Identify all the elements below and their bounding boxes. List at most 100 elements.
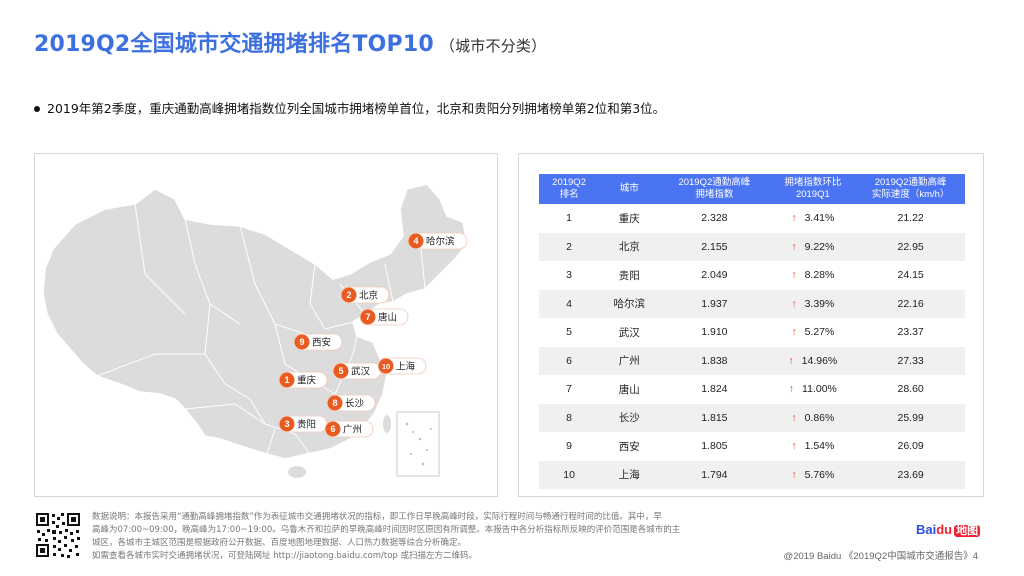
col-header-rank: 2019Q2 排名 bbox=[539, 174, 600, 204]
cell-change: ↑ 5.76% bbox=[769, 460, 857, 489]
cell-speed: 26.09 bbox=[897, 440, 924, 453]
summary-text: 2019年第2季度，重庆通勤高峰拥堵指数位列全国城市拥堵榜单首位，北京和贵阳分列… bbox=[47, 101, 666, 116]
note-line: 数据说明：本报告采用“通勤高峰拥堵指数”作为表征城市交通拥堵状况的指标，即工作日… bbox=[92, 512, 662, 522]
up-arrow-icon: ↑ bbox=[791, 326, 797, 339]
change-value: 11.00% bbox=[802, 383, 837, 396]
col-header-city-text: 城市 bbox=[619, 183, 639, 194]
note-line: 城区，各城市主城区范围是根据政府公开数据、百度地图地理数据、人口热力数据等综合分… bbox=[92, 538, 467, 548]
marker-rank: 2 bbox=[346, 290, 351, 300]
marker-rank: 10 bbox=[382, 362, 390, 371]
up-arrow-icon: ↑ bbox=[791, 240, 797, 253]
marker-city: 北京 bbox=[359, 290, 378, 302]
inset-islands bbox=[405, 422, 432, 466]
cell-index: 1.805 bbox=[701, 440, 728, 453]
cell-rank: 10 bbox=[539, 460, 600, 489]
col-header-index: 2019Q2通勤高峰 拥堵指数 bbox=[659, 174, 770, 204]
cell-city: 武汉 bbox=[618, 326, 640, 339]
marker-city: 长沙 bbox=[345, 398, 365, 410]
city-marker: 9 西安 bbox=[293, 333, 343, 351]
up-arrow-icon: ↑ bbox=[791, 212, 797, 225]
cell-change: ↑ 3.39% bbox=[769, 289, 857, 318]
table-panel: 2019Q2 排名 城市 2019Q2通勤高峰 拥堵指数 拥堵指数环比 2019… bbox=[518, 153, 984, 497]
col-header-speed-text: 2019Q2通勤高峰 实际速度（km/h） bbox=[871, 177, 950, 200]
col-header-city: 城市 bbox=[599, 174, 660, 204]
logo-du: du bbox=[936, 522, 953, 537]
page-title: 2019Q2全国城市交通拥堵排名TOP10 （城市不分类） bbox=[34, 26, 546, 58]
cell-index: 2.155 bbox=[659, 232, 770, 261]
cell-speed: 23.69 bbox=[856, 460, 965, 489]
cell-speed: 25.99 bbox=[856, 403, 965, 432]
table-body: 1 重庆 2.328 ↑ 3.41% 21.22 2 北京 2.155 ↑ 9.22% 22.95 3 贵… bbox=[539, 204, 965, 489]
cell-rank: 1 bbox=[566, 212, 572, 225]
hainan-island bbox=[288, 466, 306, 478]
marker-city: 武汉 bbox=[351, 366, 371, 378]
marker-rank: 8 bbox=[332, 398, 337, 408]
cell-index: 1.910 bbox=[701, 326, 728, 339]
note-line: 高峰为07:00~09:00，晚高峰为17:00~19:00。乌鲁木齐和拉萨的早… bbox=[92, 525, 681, 535]
cell-city: 重庆 bbox=[618, 212, 640, 225]
table-row: 2 北京 2.155 ↑ 9.22% 22.95 bbox=[539, 232, 965, 261]
china-map: 1 重庆 2 北京 3 贵阳 4 哈尔滨 5 武汉 6 广州 7 唐山 8 长沙 9 西安 10 上海 bbox=[42, 183, 468, 478]
change-value: 5.27% bbox=[804, 326, 835, 339]
cell-index: 1.815 bbox=[659, 403, 770, 432]
marker-rank: 1 bbox=[284, 375, 289, 385]
marker-city: 西安 bbox=[312, 337, 331, 349]
cell-change: ↑ 9.22% bbox=[769, 232, 857, 261]
cell-city: 长沙 bbox=[599, 403, 660, 432]
cell-speed: 27.33 bbox=[856, 346, 965, 375]
city-marker: 7 唐山 bbox=[359, 308, 409, 326]
table-row: 3 贵阳 2.049 ↑ 8.28% 24.15 bbox=[539, 261, 965, 290]
taiwan-island bbox=[383, 415, 391, 433]
cell-city: 上海 bbox=[599, 460, 660, 489]
south-china-sea-inset bbox=[396, 411, 440, 477]
col-header-index-text: 2019Q2通勤高峰 拥堵指数 bbox=[678, 177, 751, 200]
change-value: 9.22% bbox=[804, 240, 835, 253]
change-value: 5.76% bbox=[804, 468, 835, 481]
city-marker: 8 长沙 bbox=[326, 394, 376, 412]
marker-city: 贵阳 bbox=[297, 419, 316, 431]
logo-map: 地图 bbox=[954, 525, 981, 537]
marker-city: 唐山 bbox=[378, 312, 397, 324]
baidu-map-logo: Baidu 地图 bbox=[916, 522, 981, 538]
qr-code-icon bbox=[34, 511, 82, 559]
city-marker: 1 重庆 bbox=[278, 371, 328, 389]
logo-bai: Bai bbox=[916, 522, 937, 537]
cell-speed: 22.16 bbox=[856, 289, 965, 318]
table-row: 5 武汉 1.910 ↑ 5.27% 23.37 bbox=[539, 318, 965, 347]
city-marker: 2 北京 bbox=[340, 286, 390, 304]
cell-change: ↑ 0.86% bbox=[769, 403, 857, 432]
note-line-link[interactable]: 如需查看各城市实时交通拥堵状况，可登陆网址 http://jiaotong.ba… bbox=[92, 550, 732, 563]
table-row: 7 唐山 1.824 ↑ 11.00% 28.60 bbox=[539, 375, 965, 404]
marker-city: 重庆 bbox=[297, 375, 317, 387]
table-row: 10 上海 1.794 ↑ 5.76% 23.69 bbox=[539, 460, 965, 489]
cell-speed: 22.95 bbox=[856, 232, 965, 261]
data-note: 数据说明：本报告采用“通勤高峰拥堵指数”作为表征城市交通拥堵状况的指标，即工作日… bbox=[92, 511, 732, 563]
cell-change: ↑ 14.96% bbox=[769, 346, 857, 375]
cell-city: 广州 bbox=[599, 346, 660, 375]
cell-rank: 9 bbox=[566, 440, 572, 453]
cell-index: 2.049 bbox=[701, 269, 728, 282]
table-row: 1 重庆 2.328 ↑ 3.41% 21.22 bbox=[539, 204, 965, 233]
change-value: 14.96% bbox=[801, 354, 838, 367]
cell-rank: 3 bbox=[566, 269, 572, 282]
change-value: 3.41% bbox=[804, 212, 835, 225]
cell-city: 西安 bbox=[618, 440, 640, 453]
copyright-text: @2019 Baidu 《2019Q2中国城市交通报告》4 bbox=[783, 551, 978, 562]
cell-rank: 8 bbox=[539, 403, 600, 432]
marker-rank: 5 bbox=[338, 366, 343, 376]
cell-rank: 4 bbox=[539, 289, 600, 318]
cell-change: ↑ 1.54% bbox=[769, 432, 856, 461]
ranking-table: 2019Q2 排名 城市 2019Q2通勤高峰 拥堵指数 拥堵指数环比 2019… bbox=[539, 174, 965, 489]
marker-rank: 7 bbox=[365, 312, 370, 322]
change-value: 3.39% bbox=[804, 297, 835, 310]
bullet-dot-icon bbox=[34, 105, 40, 112]
col-header-change-text: 拥堵指数环比 2019Q1 bbox=[784, 177, 842, 200]
cell-index: 2.328 bbox=[701, 212, 728, 225]
cell-city: 贵阳 bbox=[618, 269, 640, 282]
marker-city: 上海 bbox=[396, 361, 416, 373]
title-subtitle: （城市不分类） bbox=[439, 37, 547, 55]
table-row: 8 长沙 1.815 ↑ 0.86% 25.99 bbox=[539, 403, 965, 432]
col-header-rank-text: 2019Q2 排名 bbox=[552, 177, 586, 200]
change-value: 0.86% bbox=[804, 411, 835, 424]
marker-city: 哈尔滨 bbox=[426, 236, 455, 248]
